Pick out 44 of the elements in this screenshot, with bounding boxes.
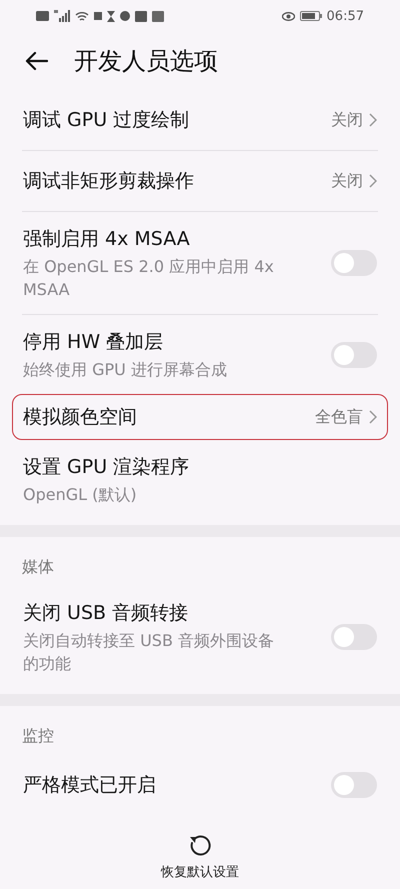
settings-row[interactable]: 模拟颜色空间 全色盲 xyxy=(12,394,388,440)
section-header: 监控 xyxy=(21,725,55,747)
row-subtitle: 在 OpenGL ES 2.0 应用中启用 4x MSAA xyxy=(23,256,275,301)
back-arrow-icon[interactable] xyxy=(24,51,48,71)
chevron-right-icon xyxy=(369,174,377,188)
row-value: 全色盲 xyxy=(315,406,363,428)
settings-row[interactable]: 调试 GPU 过度绘制 关闭 xyxy=(12,90,388,150)
chevron-right-icon xyxy=(369,113,377,127)
section-header: 媒体 xyxy=(21,556,55,578)
page-title: 开发人员选项 xyxy=(74,46,218,77)
row-value: 关闭 xyxy=(331,170,363,192)
status-time: 06:57 xyxy=(326,8,364,24)
row-value: 关闭 xyxy=(331,110,363,130)
settings-row[interactable]: 设置 GPU 渲染程序 OpenGL (默认) xyxy=(12,440,388,519)
settings-row[interactable]: 严格模式已开启 xyxy=(12,755,388,815)
wifi-icon xyxy=(75,10,89,22)
row-subtitle: 始终使用 GPU 进行屏幕合成 xyxy=(23,359,228,381)
eye-icon xyxy=(282,12,295,20)
row-title: 调试非矩形剪裁操作 xyxy=(23,169,195,194)
toggle-switch[interactable] xyxy=(331,624,377,650)
battery-icon xyxy=(300,11,322,21)
square-icon xyxy=(94,12,102,20)
row-title: 关闭 USB 音频转接 xyxy=(23,601,190,626)
settings-row[interactable]: 停用 HW 叠加层 始终使用 GPU 进行屏幕合成 xyxy=(12,315,388,394)
hourglass-icon xyxy=(107,10,115,22)
row-subtitle: 关闭自动转接至 USB 音频外围设备的功能 xyxy=(23,630,276,675)
row-title: 强制启用 4x MSAA xyxy=(23,227,191,252)
toggle-switch[interactable] xyxy=(331,342,377,368)
toggle-switch[interactable] xyxy=(331,250,377,276)
reset-defaults-button[interactable]: 恢复默认设置 xyxy=(153,831,247,883)
row-title: 模拟颜色空间 xyxy=(23,405,138,430)
settings-row[interactable]: 关闭 USB 音频转接 关闭自动转接至 USB 音频外围设备的功能 xyxy=(12,586,388,688)
row-title: 停用 HW 叠加层 xyxy=(23,330,164,355)
settings-row[interactable]: 强制启用 4x MSAA 在 OpenGL ES 2.0 应用中启用 4x MSAA xyxy=(12,212,388,314)
circle-icon xyxy=(120,11,130,21)
reset-icon xyxy=(188,833,212,857)
toggle-switch[interactable] xyxy=(331,772,377,798)
chevron-right-icon xyxy=(369,410,377,424)
signal-icon xyxy=(54,10,70,22)
settings-row[interactable]: 调试非矩形剪裁操作 关闭 xyxy=(12,151,388,211)
row-title: 设置 GPU 渲染程序 xyxy=(23,455,190,480)
row-title: 调试 GPU 过度绘制 xyxy=(23,108,190,133)
row-title: 严格模式已开启 xyxy=(23,773,157,798)
row-subtitle: OpenGL (默认) xyxy=(23,484,138,506)
